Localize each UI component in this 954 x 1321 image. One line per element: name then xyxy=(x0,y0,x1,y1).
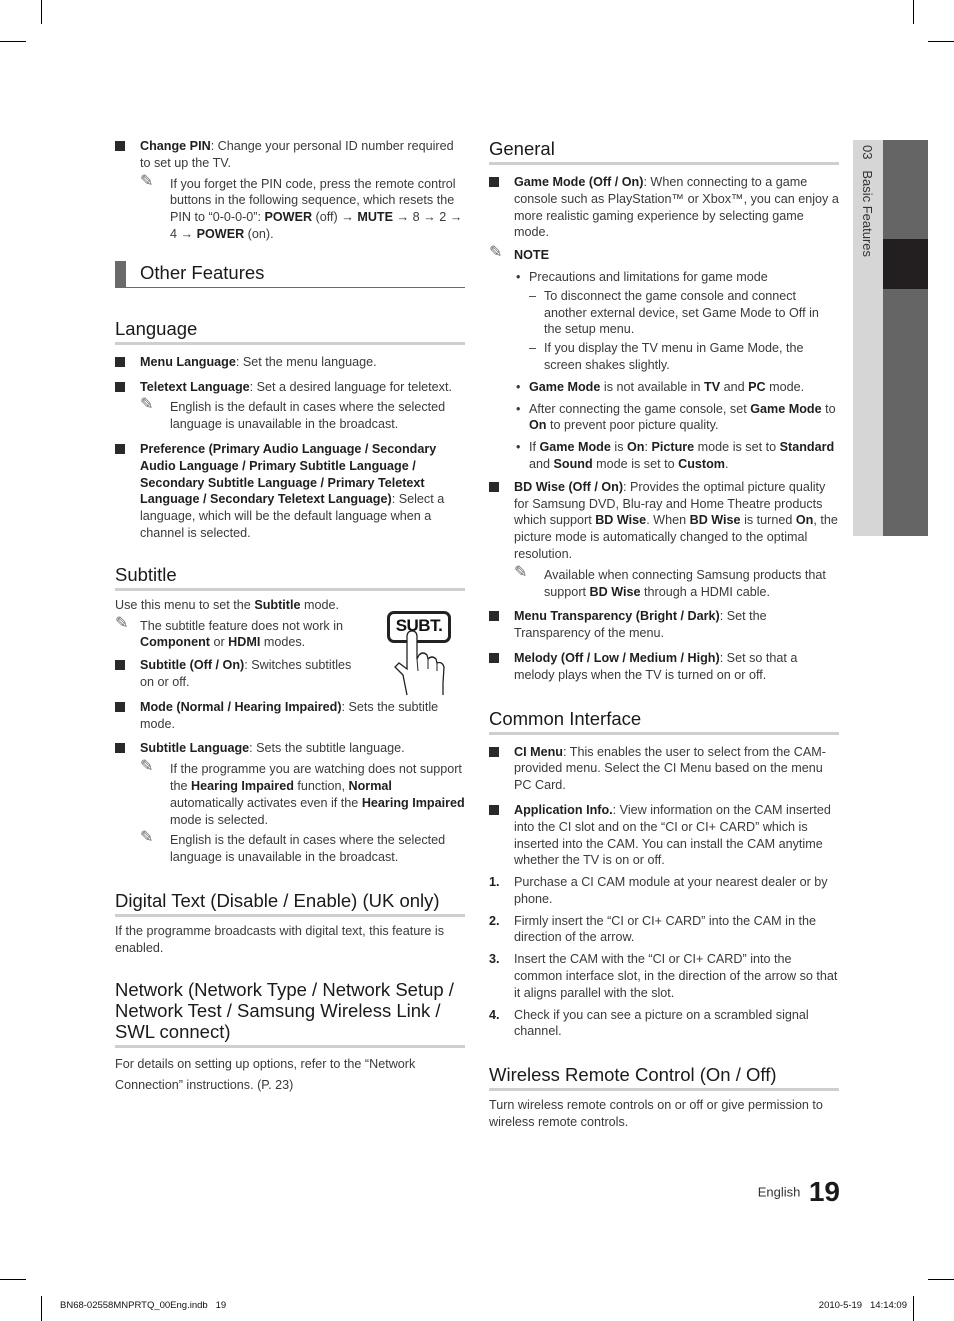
side-tab-dark xyxy=(883,140,928,536)
language-heading: Language xyxy=(115,318,465,345)
game-mode-after-connecting: • After connecting the game console, set… xyxy=(516,401,836,433)
square-bullet-icon xyxy=(115,356,125,367)
page-number: 19 xyxy=(808,1176,840,1207)
change-pin-item: Change PIN: Change your personal ID numb… xyxy=(115,138,465,172)
menu-language-item: Menu Language: Set the menu language. xyxy=(115,354,465,371)
print-slug-file: BN68-02558MNPRTQ_00Eng.indb 19 xyxy=(60,1300,227,1311)
heading-marker xyxy=(115,260,126,287)
game-mode-on-settings: • If Game Mode is On: Picture mode is se… xyxy=(516,440,835,471)
right-column: General Game Mode (Off / On): When conne… xyxy=(489,138,839,1131)
teletext-language-item: Teletext Language: Set a desired languag… xyxy=(115,379,465,396)
square-bullet-icon xyxy=(489,652,499,663)
subtitle-heading: Subtitle xyxy=(115,564,465,591)
subtitle-language-note: ✎ English is the default in cases where … xyxy=(140,829,446,865)
subtitle-mode-item: Mode (Normal / Hearing Impaired): Sets t… xyxy=(115,699,465,733)
ci-step: 2. Firmly insert the “CI or CI+ CARD” int… xyxy=(489,913,816,945)
crop-mark xyxy=(0,1279,26,1280)
teletext-note: ✎ English is the default in cases where … xyxy=(140,396,446,432)
menu-transparency-item: Menu Transparency (Bright / Dark): Set t… xyxy=(489,608,839,642)
crop-mark xyxy=(0,41,26,42)
melody-item: Melody (Off / Low / Medium / High): Set … xyxy=(489,650,839,684)
square-bullet-icon xyxy=(115,381,125,392)
network-body: For details on setting up options, refer… xyxy=(115,1056,416,1092)
print-slug-timestamp: 2010-5-19 14:14:09 xyxy=(818,1300,907,1311)
square-bullet-icon xyxy=(489,746,499,757)
precaution-dash-2: – If you display the TV menu in Game Mod… xyxy=(529,341,804,372)
crop-mark xyxy=(913,1296,914,1321)
dash-bullet-icon: – xyxy=(529,341,537,356)
pencil-note-icon: ✎ xyxy=(140,758,154,776)
bd-wise-item: BD Wise (Off / On): Provides the optimal… xyxy=(489,479,839,563)
subtitle-section: Use this menu to set the Subtitle mode. … xyxy=(115,597,465,695)
crop-mark xyxy=(928,1279,954,1280)
subtitle-language-item: Subtitle Language: Sets the subtitle lan… xyxy=(115,740,465,757)
page-footer-number: English 19 xyxy=(700,1176,840,1208)
dash-bullet-icon: – xyxy=(529,288,537,303)
dot-bullet-icon: • xyxy=(516,379,521,394)
square-bullet-icon xyxy=(115,743,125,754)
subt-button-illustration: SUBT. xyxy=(385,609,460,697)
pencil-note-icon: ✎ xyxy=(115,614,129,632)
precaution-dash-1: – To disconnect the game console and con… xyxy=(529,288,819,337)
dot-bullet-icon: • xyxy=(516,401,521,416)
pencil-note-icon: ✎ xyxy=(514,563,528,581)
change-pin-note: ✎ If you forget the PIN code, press the … xyxy=(140,172,463,241)
wireless-remote-body: Turn wireless remote controls on or off … xyxy=(489,1098,823,1130)
digital-text-body: If the programme broadcasts with digital… xyxy=(115,923,444,955)
preference-item: Preference (Primary Audio Language / Sec… xyxy=(115,441,465,542)
square-bullet-icon xyxy=(489,481,499,492)
common-interface-heading: Common Interface xyxy=(489,708,839,735)
ci-step: 3. Insert the CAM with the “CI or CI+ CAR… xyxy=(489,952,838,1000)
side-tab-label: 03 Basic Features xyxy=(860,145,875,257)
pencil-note-icon: ✎ xyxy=(489,244,503,262)
network-heading: Network (Network Type / Network Setup / … xyxy=(115,979,465,1048)
pencil-note-icon: ✎ xyxy=(140,396,154,414)
left-column: Change PIN: Change your personal ID numb… xyxy=(115,138,465,1096)
square-bullet-icon xyxy=(115,701,125,712)
crop-mark xyxy=(928,41,954,42)
subtitle-intro: Use this menu to set the Subtitle mode. xyxy=(115,597,340,612)
other-features-heading: Other Features xyxy=(115,260,465,288)
subtitle-onoff-item: Subtitle (Off / On): Switches subtitles … xyxy=(115,657,365,691)
precautions-bullet: • Precautions and limitations for game m… xyxy=(516,269,768,284)
dot-bullet-icon: • xyxy=(516,269,521,284)
ci-step: 1. Purchase a CI CAM module at your neare… xyxy=(489,875,828,906)
square-bullet-icon xyxy=(489,177,499,187)
side-tab-active xyxy=(883,239,928,289)
crop-mark xyxy=(913,0,914,24)
ci-step: 4. Check if you can see a picture on a sc… xyxy=(489,1007,809,1039)
pencil-note-icon: ✎ xyxy=(140,829,154,847)
chapter-title: Basic Features xyxy=(860,170,875,258)
square-bullet-icon xyxy=(115,660,125,671)
square-bullet-icon xyxy=(115,141,125,151)
square-bullet-icon xyxy=(489,804,499,815)
subtitle-note: ✎ The subtitle feature does not work in … xyxy=(115,614,344,650)
square-bullet-icon xyxy=(115,443,125,454)
chapter-number: 03 xyxy=(860,145,875,160)
application-info-item: Application Info.: View information on t… xyxy=(489,802,839,869)
general-heading: General xyxy=(489,138,839,165)
digital-text-heading: Digital Text (Disable / Enable) (UK only… xyxy=(115,890,465,917)
crop-mark xyxy=(41,1296,42,1321)
pencil-note-icon: ✎ xyxy=(140,172,154,190)
wireless-remote-heading: Wireless Remote Control (On / Off) xyxy=(489,1064,839,1092)
game-mode-item: Game Mode (Off / On): When connecting to… xyxy=(489,174,839,241)
bd-wise-note: ✎ Available when connecting Samsung prod… xyxy=(514,563,826,599)
dot-bullet-icon: • xyxy=(516,440,521,455)
game-mode-availability: • Game Mode is not available in TV and P… xyxy=(516,379,805,394)
crop-mark xyxy=(41,0,42,24)
hearing-impaired-note: ✎ If the programme you are watching does… xyxy=(140,758,465,827)
pointing-hand-icon xyxy=(394,630,445,695)
page-language: English xyxy=(757,1184,801,1200)
square-bullet-icon xyxy=(489,611,499,622)
ci-menu-item: CI Menu: This enables the user to select… xyxy=(489,744,839,794)
game-mode-note: ✎ NOTE xyxy=(489,244,549,263)
